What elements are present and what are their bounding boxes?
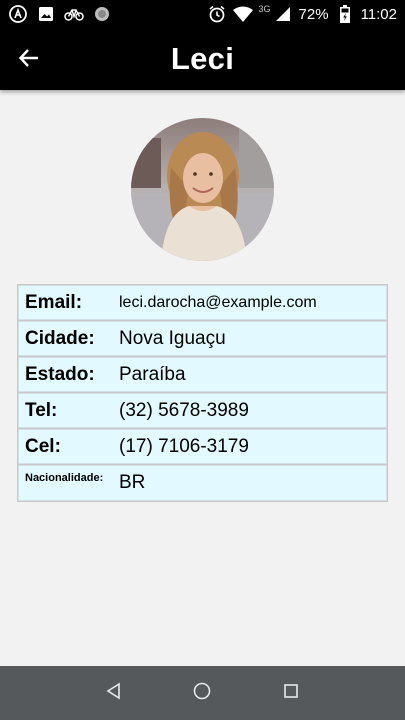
city-value: Nova Iguaçu [119,327,226,349]
page-title: Leci [170,41,235,76]
app-icon [8,4,28,24]
app-bar: Leci [0,28,405,90]
cell-value: (17) 7106-3179 [119,435,249,457]
nav-back-button[interactable] [102,681,126,705]
email-value: leci.darocha@example.com [119,293,317,311]
nationality-label: Nacionalidade: [25,472,104,484]
circle-icon [92,4,112,24]
status-icons-left [8,4,112,24]
clock: 11:02 [360,5,397,23]
avatar [131,118,274,261]
battery-icon [335,4,355,24]
profile-info-table: Email: leci.darocha@example.com Cidade: … [17,284,388,502]
nationality-value: BR [119,472,146,493]
battery-percent: 72% [298,5,329,23]
network-type-label: 3G [258,4,271,14]
info-row-cell: Cel: (17) 7106-3179 [18,429,387,464]
cell-label: Cel: [25,435,61,457]
nav-home-button[interactable] [190,681,214,705]
status-bar: 3G 72% 11:02 [0,0,405,28]
home-circle-icon [192,681,212,706]
state-value: Paraíba [119,363,186,385]
info-row-phone: Tel: (32) 5678-3989 [18,393,387,428]
info-row-email: Email: leci.darocha@example.com [18,285,387,320]
wifi-icon [232,4,253,24]
info-row-state: Estado: Paraíba [18,357,387,392]
city-label: Cidade: [25,327,95,349]
alarm-icon [207,4,227,24]
image-icon [36,4,56,24]
info-row-city: Cidade: Nova Iguaçu [18,321,387,356]
recents-square-icon [282,682,300,705]
bike-icon [64,4,84,24]
phone-label: Tel: [25,399,58,421]
back-triangle-icon [105,682,123,705]
status-icons-right: 3G 72% 11:02 [207,4,397,24]
info-row-nationality: Nacionalidade: BR [18,465,387,501]
system-nav-bar [0,666,405,720]
nav-recents-button[interactable] [279,681,303,705]
screen: 3G 72% 11:02 Leci Email: leci.darocha@ex… [0,0,405,720]
state-label: Estado: [25,363,95,385]
signal-icon [273,4,293,24]
phone-value: (32) 5678-3989 [119,399,249,421]
back-button[interactable] [12,43,46,77]
arrow-left-icon [18,47,40,74]
email-label: Email: [25,291,83,313]
